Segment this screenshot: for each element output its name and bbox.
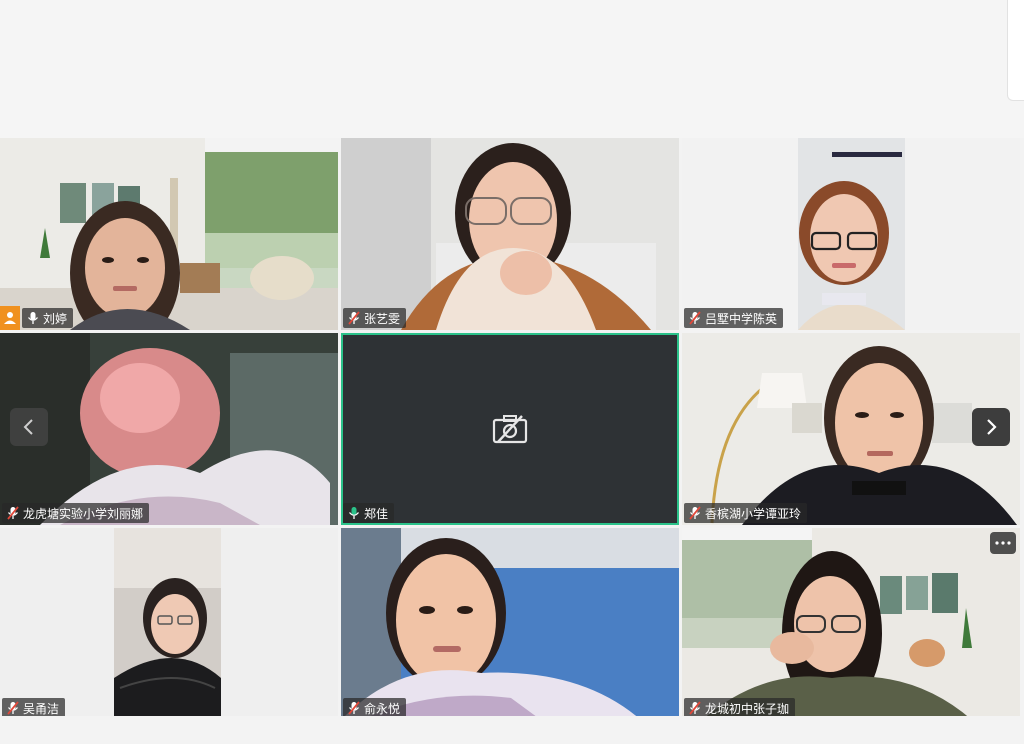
video-feed: [0, 528, 338, 720]
more-options-button[interactable]: [990, 532, 1016, 554]
participant-name: 吕墅中学陈英: [705, 311, 778, 326]
participant-name-tag: 香槟湖小学谭亚玲: [684, 503, 808, 523]
mic-icon: [27, 312, 39, 324]
participant-name-tag: 龙城初中张子珈: [684, 698, 796, 718]
side-panel-edge: [1007, 0, 1024, 101]
video-grid: 刘婷 张艺雯 吕墅中学陈英 龙虎塘实验小学刘丽娜 郑佳 香槟湖小学谭亚玲 吴甬洁…: [0, 138, 1024, 722]
video-feed: [682, 138, 1020, 330]
host-icon: [0, 306, 20, 330]
video-feed: [341, 138, 679, 330]
participant-name: 香槟湖小学谭亚玲: [705, 506, 802, 521]
camera-off-icon: [492, 415, 528, 444]
mic-speaking-icon: [348, 507, 360, 519]
mic-muted-icon: [689, 311, 701, 325]
mic-muted-icon: [7, 506, 19, 520]
video-tile-4[interactable]: 龙虎塘实验小学刘丽娜: [0, 333, 338, 525]
participant-name: 张艺雯: [364, 311, 401, 326]
participant-name-tag: 龙虎塘实验小学刘丽娜: [2, 503, 150, 523]
more-icon: [995, 541, 1011, 545]
video-feed: [341, 528, 679, 720]
video-tile-2[interactable]: 张艺雯: [341, 138, 679, 330]
video-feed: [0, 333, 338, 525]
video-tile-1[interactable]: 刘婷: [0, 138, 338, 330]
chevron-right-icon: [987, 419, 997, 435]
participant-name: 刘婷: [43, 311, 68, 326]
participant-name-tag: 张艺雯: [343, 308, 407, 328]
mic-muted-icon: [7, 701, 19, 715]
video-tile-7[interactable]: 吴甬洁: [0, 528, 338, 720]
mic-muted-icon: [689, 701, 701, 715]
video-tile-8[interactable]: 俞永悦: [341, 528, 679, 720]
mic-muted-icon: [348, 311, 360, 325]
chevron-left-icon: [23, 419, 33, 435]
participant-name: 龙虎塘实验小学刘丽娜: [23, 506, 144, 521]
video-tile-3[interactable]: 吕墅中学陈英: [682, 138, 1020, 330]
participant-name: 俞永悦: [364, 701, 401, 716]
video-feed: [682, 528, 1020, 720]
participant-name-tag: 刘婷: [22, 308, 74, 328]
video-feed: [682, 333, 1020, 525]
top-toolbar-area: [0, 0, 1024, 138]
mic-muted-icon: [348, 701, 360, 715]
video-feed: [0, 138, 338, 330]
participant-name: 郑佳: [364, 506, 389, 521]
participant-name-tag: 吕墅中学陈英: [684, 308, 784, 328]
video-tile-6[interactable]: 香槟湖小学谭亚玲: [682, 333, 1020, 525]
participant-name: 龙城初中张子珈: [705, 701, 790, 716]
participant-name: 吴甬洁: [23, 701, 60, 716]
participant-name-tag: 郑佳: [343, 503, 395, 523]
participant-name-tag: 吴甬洁: [2, 698, 66, 718]
video-tile-5[interactable]: 郑佳: [341, 333, 679, 525]
mic-muted-icon: [689, 506, 701, 520]
video-tile-9[interactable]: 龙城初中张子珈: [682, 528, 1020, 720]
bottom-bar-area: [0, 716, 1024, 744]
previous-page-button[interactable]: [10, 408, 48, 446]
participant-name-tag: 俞永悦: [343, 698, 407, 718]
next-page-button[interactable]: [972, 408, 1010, 446]
